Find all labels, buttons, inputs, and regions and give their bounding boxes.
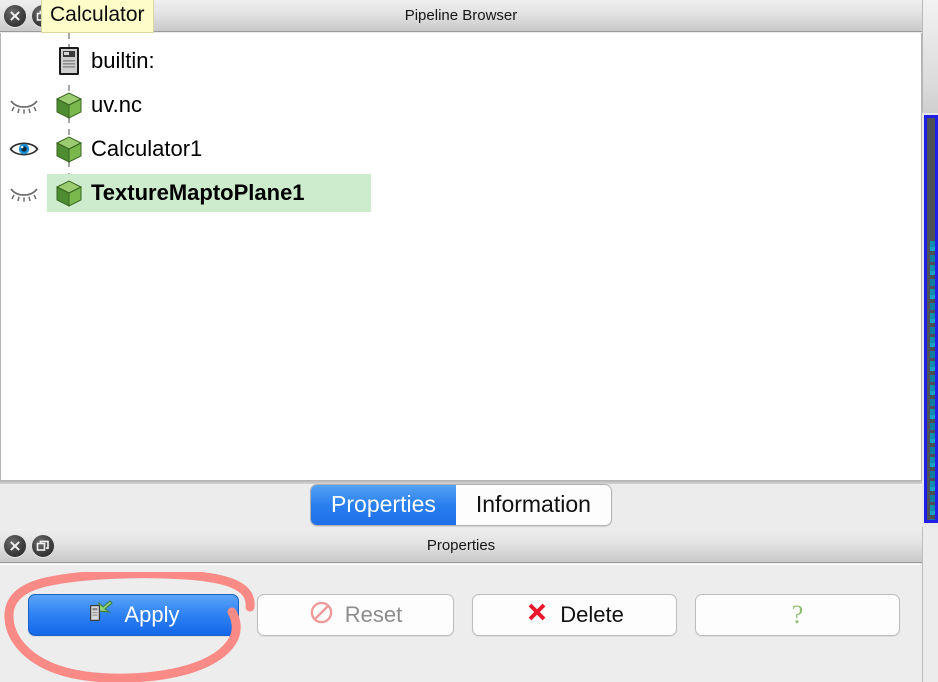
- pipeline-browser-panel: Pipeline Browser builtin: uv.nc Calculat…: [0, 0, 922, 481]
- reset-forbidden-icon: [309, 600, 334, 631]
- visibility-toggle-hidden[interactable]: [1, 183, 47, 203]
- properties-panel-header: Properties: [0, 529, 922, 563]
- close-icon[interactable]: [4, 4, 26, 27]
- pipeline-item-texturemaptoplane1[interactable]: TextureMaptoPlane1: [1, 171, 921, 215]
- render-view-bottom-edge: [922, 527, 938, 682]
- reset-button-label: Reset: [344, 602, 403, 627]
- help-question-icon: ?: [791, 600, 804, 629]
- panel-tab-strip: Properties Information: [0, 481, 922, 529]
- render-view-toolbar-edge: [922, 0, 938, 113]
- render-view-sliver[interactable]: [922, 0, 938, 682]
- close-icon[interactable]: [4, 534, 26, 557]
- apply-button[interactable]: Apply: [28, 594, 239, 636]
- properties-panel-title: Properties: [426, 537, 496, 554]
- source-cube-icon: [47, 90, 91, 120]
- pipeline-item-label: builtin:: [91, 48, 155, 73]
- source-cube-icon: [47, 178, 91, 208]
- undock-icon[interactable]: [32, 534, 54, 557]
- tab-information[interactable]: Information: [455, 484, 611, 526]
- properties-header-buttons: [4, 534, 54, 557]
- reset-button[interactable]: Reset: [256, 594, 455, 636]
- apply-server-arrow-icon: [87, 599, 114, 631]
- delete-x-icon: [525, 600, 549, 630]
- delete-button[interactable]: Delete: [472, 594, 678, 636]
- visibility-toggle-visible[interactable]: [1, 139, 47, 159]
- source-cube-icon: [47, 134, 91, 164]
- properties-button-row: Apply Reset Delete ?: [0, 565, 922, 636]
- tab-properties[interactable]: Properties: [311, 484, 456, 526]
- pipeline-item-calculator1[interactable]: Calculator1: [1, 127, 921, 171]
- properties-body: Apply Reset Delete ?: [0, 564, 922, 682]
- pipeline-item-uvnc[interactable]: uv.nc: [1, 83, 921, 127]
- render-view-data: [930, 238, 935, 520]
- server-icon: [47, 46, 91, 76]
- help-button[interactable]: ?: [695, 594, 901, 636]
- pipeline-tree[interactable]: builtin: uv.nc Calculator1 TextureMaptoP…: [0, 33, 922, 481]
- tooltip-calculator: Calculator: [41, 0, 154, 34]
- render-view-active-frame[interactable]: [924, 115, 938, 523]
- delete-button-label: Delete: [560, 602, 624, 627]
- pipeline-item-label: TextureMaptoPlane1: [91, 180, 305, 205]
- pipeline-item-label: uv.nc: [91, 92, 142, 117]
- properties-panel: Properties Apply Reset Delete ?: [0, 529, 922, 682]
- apply-button-label: Apply: [124, 602, 180, 627]
- pipeline-item-label: Calculator1: [91, 136, 203, 161]
- tab-group: Properties Information: [310, 483, 612, 527]
- pipeline-item-builtin[interactable]: builtin:: [1, 39, 921, 83]
- visibility-toggle-hidden[interactable]: [1, 95, 47, 115]
